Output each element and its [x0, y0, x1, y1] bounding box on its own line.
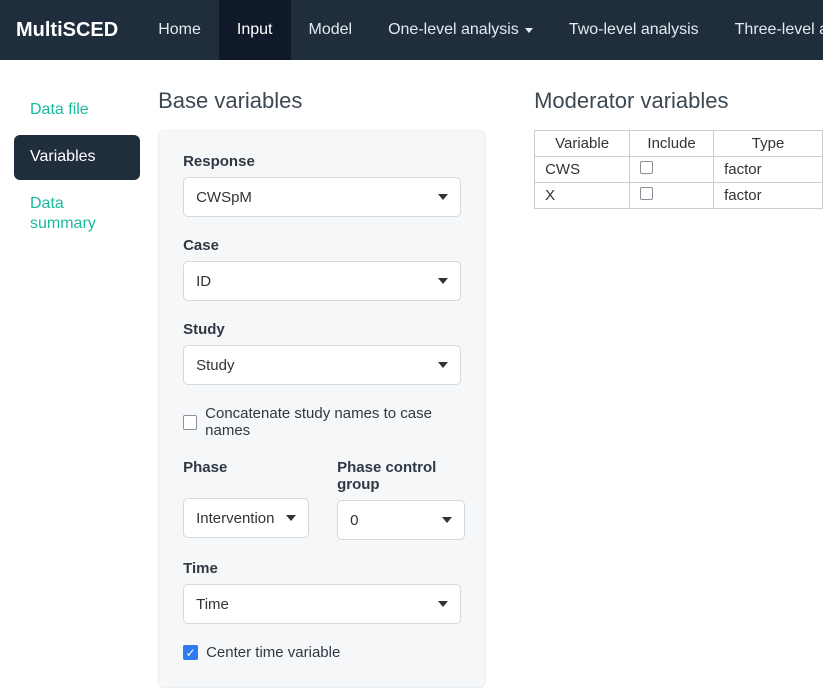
nav-three-level[interactable]: Three-level analysis [717, 0, 823, 60]
table-row: CWS factor [535, 157, 823, 183]
moderator-type-cell: factor [714, 183, 823, 209]
response-group: Response CWSpM [183, 153, 461, 217]
case-value: ID [196, 273, 211, 290]
response-select[interactable]: CWSpM [183, 177, 461, 217]
moderator-include-checkbox[interactable] [640, 161, 653, 174]
sidebar-item-data-file[interactable]: Data file [14, 88, 140, 133]
time-group: Time Time [183, 560, 461, 624]
input-sidebar: Data file Variables Data summary [14, 88, 140, 688]
study-label: Study [183, 321, 461, 338]
nav-one-level[interactable]: One-level analysis [370, 0, 551, 60]
study-group: Study Study [183, 321, 461, 385]
moderator-header-include: Include [630, 131, 714, 157]
moderator-var-cell: CWS [535, 157, 630, 183]
nav-home-label: Home [158, 21, 201, 39]
chevron-down-icon [438, 601, 448, 607]
moderator-include-checkbox[interactable] [640, 187, 653, 200]
app-brand: MultiSCED [0, 0, 140, 60]
nav-two-level[interactable]: Two-level analysis [551, 0, 717, 60]
phase-value: Intervention [196, 510, 274, 527]
top-navbar: MultiSCED Home Input Model One-level ana… [0, 0, 823, 60]
phase-control-label: Phase control group [337, 459, 465, 493]
phase-col: Phase Intervention [183, 459, 309, 540]
chevron-down-icon [438, 278, 448, 284]
base-variables-section: Base variables Response CWSpM Case ID [158, 88, 486, 688]
center-time-checkbox[interactable]: ✓ [183, 645, 198, 660]
nav-model[interactable]: Model [291, 0, 371, 60]
study-select[interactable]: Study [183, 345, 461, 385]
moderator-header-row: Variable Include Type [535, 131, 823, 157]
case-select[interactable]: ID [183, 261, 461, 301]
nav-input-label: Input [237, 21, 273, 39]
response-value: CWSpM [196, 189, 252, 206]
main-content: Base variables Response CWSpM Case ID [140, 88, 823, 688]
nav-model-label: Model [309, 21, 353, 39]
phase-control-value: 0 [350, 512, 358, 529]
moderator-type-cell: factor [714, 157, 823, 183]
concat-names-checkbox[interactable] [183, 415, 197, 430]
phase-label: Phase [183, 459, 309, 476]
chevron-down-icon [286, 515, 296, 521]
nav-two-level-label: Two-level analysis [569, 21, 699, 39]
time-label: Time [183, 560, 461, 577]
chevron-down-icon [438, 194, 448, 200]
base-variables-title: Base variables [158, 88, 486, 114]
chevron-down-icon [525, 28, 533, 33]
phase-row: Phase Intervention Phase control group 0 [183, 459, 461, 540]
phase-select[interactable]: Intervention [183, 498, 309, 538]
moderator-header-variable: Variable [535, 131, 630, 157]
time-value: Time [196, 596, 229, 613]
base-variables-panel: Response CWSpM Case ID Study [158, 130, 486, 688]
nav-input[interactable]: Input [219, 0, 291, 60]
moderator-table: Variable Include Type CWS factor X [534, 130, 823, 209]
study-value: Study [196, 357, 234, 374]
chevron-down-icon [438, 362, 448, 368]
response-label: Response [183, 153, 461, 170]
case-label: Case [183, 237, 461, 254]
phase-control-col: Phase control group 0 [337, 459, 465, 540]
concat-names-label: Concatenate study names to case names [205, 405, 461, 439]
moderator-include-cell [630, 183, 714, 209]
case-group: Case ID [183, 237, 461, 301]
moderator-var-cell: X [535, 183, 630, 209]
nav-home[interactable]: Home [140, 0, 219, 60]
nav-one-level-label: One-level analysis [388, 21, 519, 39]
chevron-down-icon [442, 517, 452, 523]
time-select[interactable]: Time [183, 584, 461, 624]
table-row: X factor [535, 183, 823, 209]
sidebar-item-variables[interactable]: Variables [14, 135, 140, 180]
nav-three-level-label: Three-level analysis [735, 21, 823, 39]
moderator-section: Moderator variables Variable Include Typ… [534, 88, 823, 688]
sidebar-item-data-summary[interactable]: Data summary [14, 182, 140, 248]
concat-names-row: Concatenate study names to case names [183, 405, 461, 439]
moderator-header-type: Type [714, 131, 823, 157]
page-body: Data file Variables Data summary Base va… [0, 60, 823, 688]
center-time-label: Center time variable [206, 644, 340, 661]
center-time-row: ✓ Center time variable [183, 644, 461, 661]
moderator-title: Moderator variables [534, 88, 823, 114]
moderator-include-cell [630, 157, 714, 183]
phase-control-select[interactable]: 0 [337, 500, 465, 540]
